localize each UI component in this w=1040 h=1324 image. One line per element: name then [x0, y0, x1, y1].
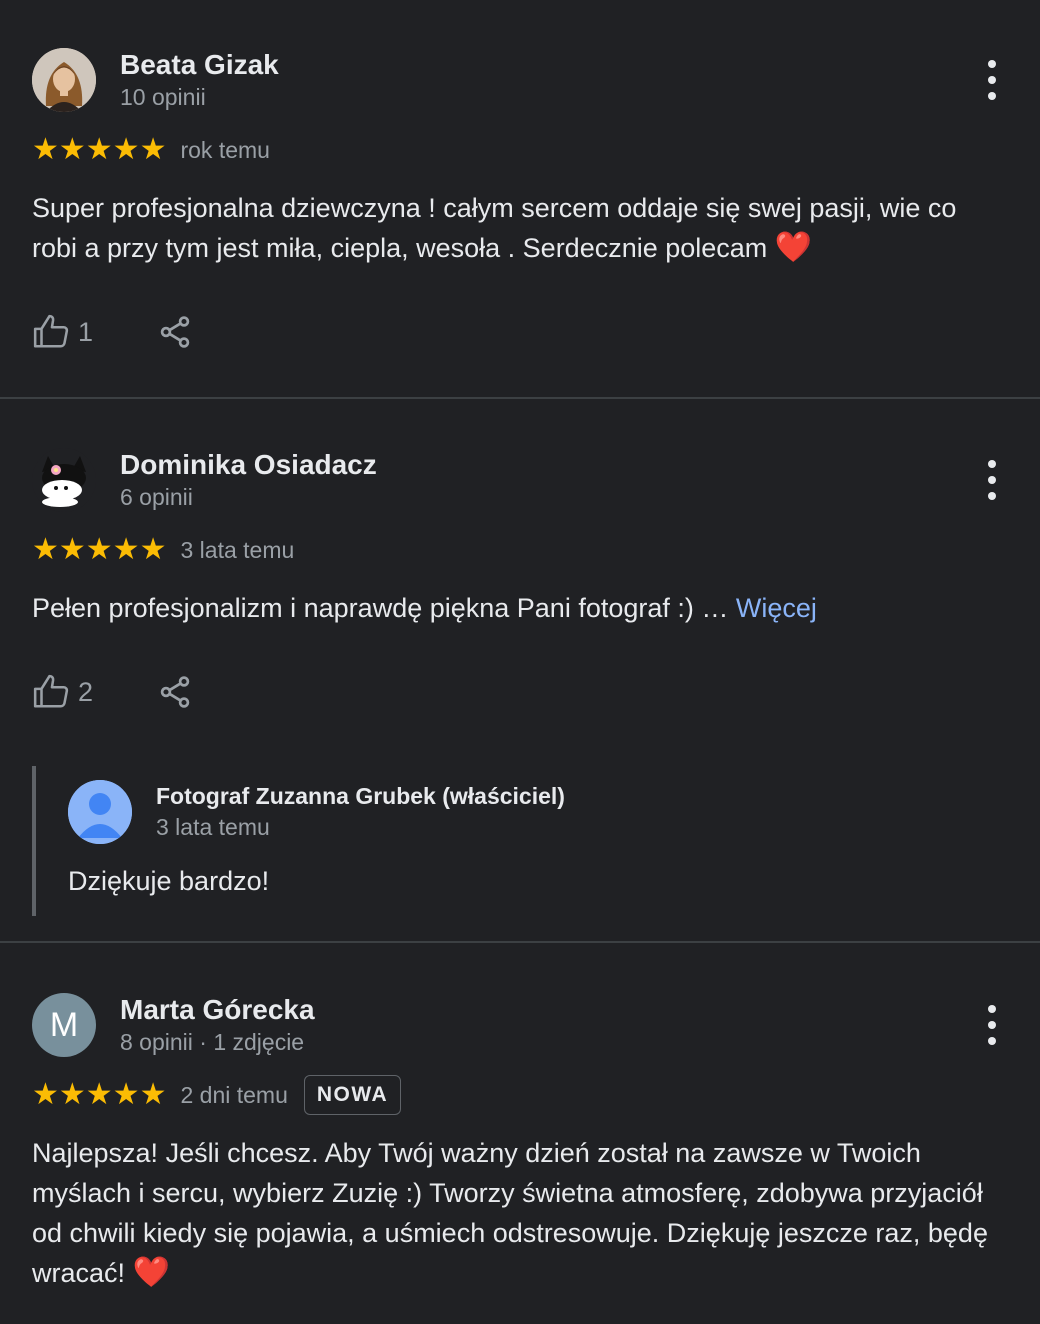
- like-button[interactable]: 1: [32, 313, 93, 351]
- review-text: Najlepsza! Jeśli chcesz. Aby Twój ważny …: [32, 1133, 1008, 1293]
- review-actions: 1: [32, 308, 1008, 356]
- avatar-letter: M: [49, 1005, 79, 1044]
- new-badge: NOWA: [303, 1075, 402, 1115]
- review-time: rok temu: [180, 136, 270, 163]
- review-header: Beata Gizak 10 opinii: [32, 48, 1008, 112]
- owner-avatar: [68, 780, 132, 844]
- reviewer-name[interactable]: Beata Gizak: [120, 48, 279, 82]
- review-text-content: Najlepsza! Jeśli chcesz. Aby Twój ważny …: [32, 1138, 988, 1288]
- kuromi-avatar-icon: [32, 448, 96, 512]
- review-card: Beata Gizak 10 opinii ★★★★★ rok temu Sup…: [0, 0, 1040, 397]
- owner-name: Fotograf Zuzanna Grubek (właściciel): [156, 783, 565, 809]
- reviewer-info: Beata Gizak 10 opinii: [120, 48, 279, 112]
- review-header: Dominika Osiadacz 6 opinii: [32, 448, 1008, 512]
- review-actions: 2: [32, 668, 1008, 716]
- review-card: Dominika Osiadacz 6 opinii ★★★★★ 3 lata …: [0, 399, 1040, 941]
- reviewer-meta: 10 opinii: [120, 84, 206, 110]
- share-icon: [160, 316, 190, 348]
- owner-reply-text: Dziękuje bardzo!: [68, 866, 270, 896]
- reviewer-avatar[interactable]: M: [32, 993, 96, 1057]
- rating-row: ★★★★★ 3 lata temu: [32, 534, 1008, 566]
- rating-row: ★★★★★ rok temu: [32, 134, 1008, 166]
- heart-emoji-icon: ❤️: [774, 231, 813, 264]
- share-button[interactable]: [157, 674, 193, 710]
- rating-row: ★★★★★ 2 dni temu NOWA: [32, 1075, 1008, 1115]
- owner-reply: Fotograf Zuzanna Grubek (właściciel) 3 l…: [32, 766, 1008, 916]
- reviewer-meta: 8 opinii · 1 zdjęcie: [120, 1029, 305, 1055]
- review-card: M Marta Górecka 8 opinii · 1 zdjęcie ★★★…: [0, 943, 1040, 1293]
- like-button[interactable]: 2: [32, 673, 93, 711]
- more-vert-icon[interactable]: [986, 460, 998, 500]
- reviewer-name[interactable]: Dominika Osiadacz: [120, 448, 377, 482]
- reviewer-name[interactable]: Marta Górecka: [120, 993, 315, 1027]
- reviewer-info: Dominika Osiadacz 6 opinii: [120, 448, 377, 512]
- reviewer-avatar[interactable]: [32, 448, 96, 512]
- review-text-content: Super profesjonalna dziewczyna ! całym s…: [32, 193, 957, 263]
- thumb-up-icon: [33, 314, 69, 348]
- person-icon: [68, 780, 132, 844]
- share-button[interactable]: [157, 314, 193, 350]
- reviewer-meta: 6 opinii: [120, 484, 193, 510]
- thumb-up-icon: [33, 674, 69, 708]
- review-time: 3 lata temu: [180, 536, 295, 563]
- owner-reply-time: 3 lata temu: [156, 814, 270, 840]
- like-count: 1: [78, 316, 94, 347]
- heart-emoji-icon: ❤️: [132, 1256, 170, 1289]
- owner-reply-header: Fotograf Zuzanna Grubek (właściciel) 3 l…: [68, 766, 1008, 844]
- review-text: Super profesjonalna dziewczyna ! całym s…: [32, 188, 1008, 268]
- more-vert-icon[interactable]: [986, 60, 998, 100]
- reviewer-info: Marta Górecka 8 opinii · 1 zdjęcie: [120, 993, 315, 1057]
- like-count: 2: [78, 676, 94, 707]
- photo-avatar-icon: [32, 48, 96, 112]
- owner-info: Fotograf Zuzanna Grubek (właściciel) 3 l…: [156, 781, 565, 843]
- more-link[interactable]: Więcej: [736, 593, 817, 623]
- reviewer-avatar[interactable]: [32, 48, 96, 112]
- star-rating: ★★★★★: [32, 533, 167, 566]
- review-text-content: Pełen profesjonalizm i naprawdę piękna P…: [32, 593, 729, 623]
- review-text: Pełen profesjonalizm i naprawdę piękna P…: [32, 588, 1008, 628]
- review-header: M Marta Górecka 8 opinii · 1 zdjęcie: [32, 993, 1008, 1057]
- review-time: 2 dni temu: [180, 1081, 288, 1108]
- star-rating: ★★★★★: [32, 1078, 167, 1111]
- share-icon: [160, 676, 190, 708]
- more-vert-icon[interactable]: [986, 1005, 998, 1045]
- star-rating: ★★★★★: [32, 133, 167, 166]
